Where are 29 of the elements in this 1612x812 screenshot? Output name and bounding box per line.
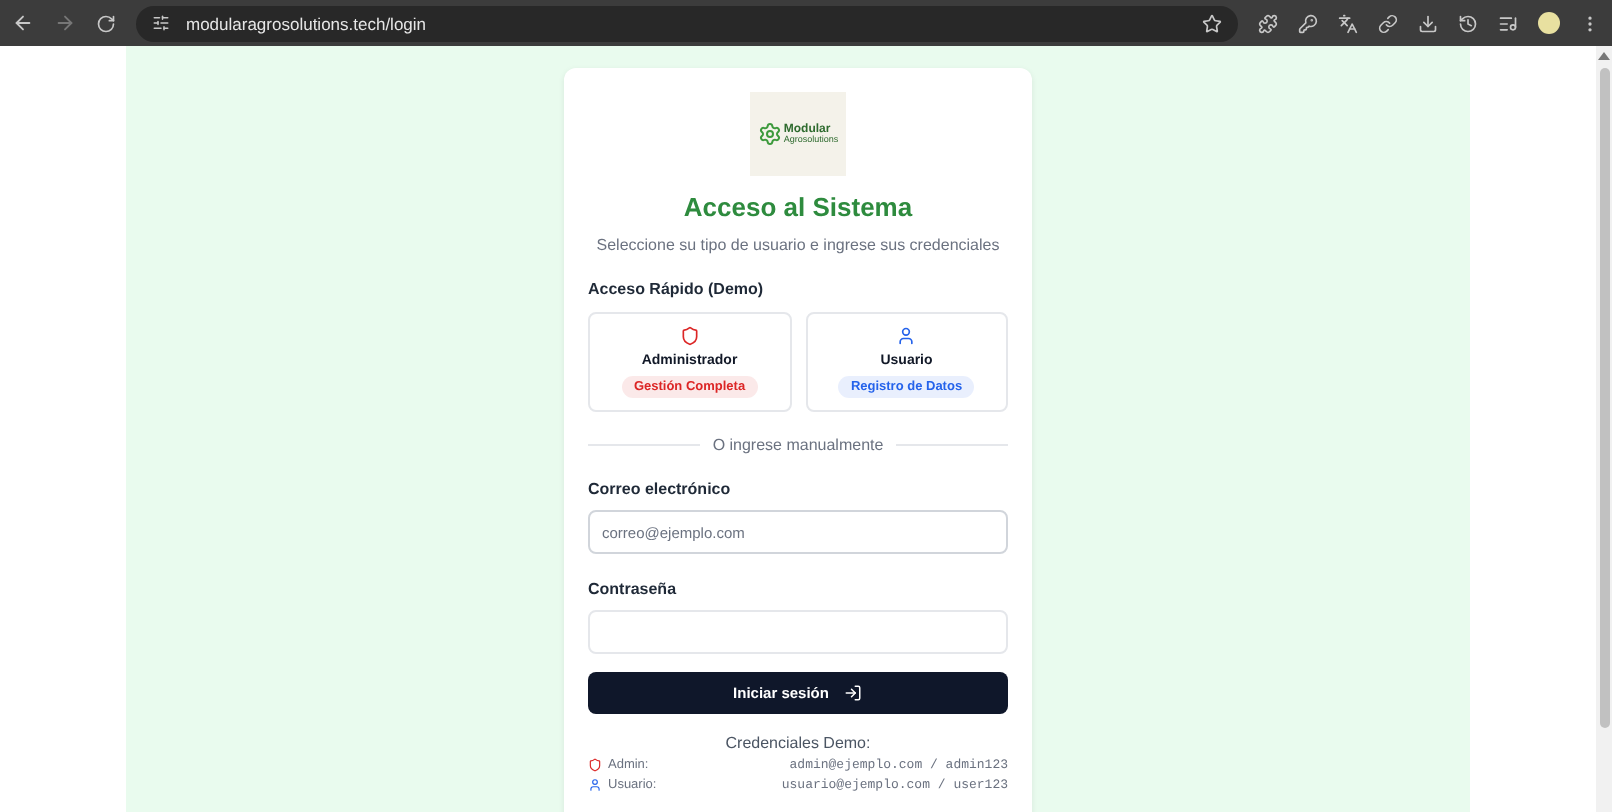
field-label: Correo electrónico	[588, 480, 733, 498]
shield-icon	[588, 758, 602, 772]
list-icon[interactable]	[1498, 13, 1518, 33]
address-bar[interactable]: modularagrosolutions.tech/login	[136, 5, 1238, 41]
input-field[interactable]	[588, 610, 1008, 654]
forward-icon[interactable]	[54, 12, 76, 34]
scroll-up-icon[interactable]	[1598, 52, 1610, 60]
divider-text: O ingrese manualmente	[712, 436, 884, 454]
credentials-heading: Credenciales Demo:	[723, 734, 873, 752]
gear-icon	[757, 122, 782, 146]
history-icon[interactable]	[1458, 13, 1478, 33]
link-icon[interactable]	[1378, 13, 1398, 33]
login-icon	[844, 684, 863, 702]
page-title: Acceso al Sistema	[681, 192, 915, 222]
site-settings-icon[interactable]	[152, 14, 170, 32]
subtitle: Seleccione su tipo de usuario e ingrese sus credenciales	[594, 236, 1002, 254]
download-icon[interactable]	[1418, 13, 1438, 33]
back-icon[interactable]	[12, 12, 34, 34]
avatar[interactable]	[1538, 12, 1560, 34]
field-label: Contraseña	[588, 580, 679, 598]
key-icon[interactable]	[1298, 13, 1318, 33]
url-text: modularagrosolutions.tech/login	[186, 13, 429, 33]
user-icon	[588, 778, 602, 792]
translate-icon[interactable]	[1338, 13, 1358, 33]
scrollbar-thumb[interactable]	[1599, 68, 1609, 728]
reload-icon[interactable]	[96, 13, 116, 33]
bookmark-icon[interactable]	[1202, 13, 1222, 33]
extensions-icon[interactable]	[1258, 13, 1278, 33]
section-heading: Acceso Rápido (Demo)	[588, 280, 766, 298]
